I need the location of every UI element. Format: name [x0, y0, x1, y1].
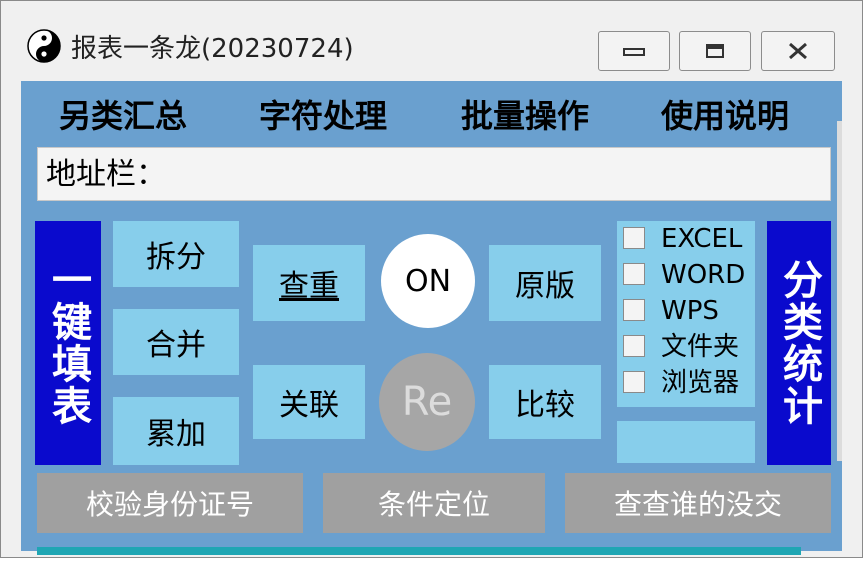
- yin-yang-icon: [27, 29, 61, 63]
- accumulate-label: 累加: [146, 417, 206, 452]
- dedupe-label: 查重: [279, 269, 339, 304]
- category-stats-button[interactable]: 分类统计: [767, 221, 831, 465]
- close-icon: [785, 42, 811, 60]
- original-button[interactable]: 原版: [489, 245, 601, 321]
- verify-id-button[interactable]: 校验身份证号: [37, 473, 303, 533]
- app-window: 报表一条龙(20230724) 另类汇总 字符处理 批量操作 使用说明 地址栏：…: [0, 0, 863, 558]
- maximize-icon: [703, 42, 727, 60]
- checkbox-browser[interactable]: 浏览器: [617, 365, 755, 401]
- on-button[interactable]: ON: [381, 234, 475, 328]
- blank-status-box[interactable]: [617, 421, 755, 463]
- link-label: 关联: [279, 388, 339, 423]
- checkbox-box[interactable]: [623, 371, 645, 393]
- checkbox-folder[interactable]: 文件夹: [617, 329, 755, 365]
- menu-item-batch[interactable]: 批量操作: [461, 91, 589, 141]
- title-bar[interactable]: 报表一条龙(20230724): [1, 1, 862, 73]
- re-button[interactable]: Re: [379, 353, 475, 451]
- check-missing-label: 查查谁的没交: [613, 488, 782, 521]
- checkbox-box[interactable]: [623, 335, 645, 357]
- address-label: 地址栏：: [46, 157, 166, 192]
- checkbox-wps[interactable]: WPS: [617, 293, 755, 329]
- checkbox-word[interactable]: WORD: [617, 257, 755, 293]
- merge-button[interactable]: 合并: [113, 309, 239, 375]
- conditional-locate-label: 条件定位: [377, 488, 490, 521]
- minimize-icon: [621, 44, 647, 58]
- check-missing-button[interactable]: 查查谁的没交: [565, 473, 831, 533]
- target-checkbox-group: EXCEL WORD WPS 文件夹 浏览器: [617, 221, 755, 407]
- accumulate-button[interactable]: 累加: [113, 397, 239, 465]
- minimize-button[interactable]: [598, 31, 670, 71]
- compare-label: 比较: [515, 388, 575, 423]
- split-button[interactable]: 拆分: [113, 221, 239, 287]
- client-area: 另类汇总 字符处理 批量操作 使用说明 地址栏： 一键填表 拆分 合并 累加 查…: [21, 81, 842, 551]
- on-label: ON: [404, 263, 452, 299]
- checkbox-label: EXCEL: [661, 224, 743, 254]
- compare-button[interactable]: 比较: [489, 365, 601, 439]
- one-click-fill-button[interactable]: 一键填表: [35, 221, 101, 465]
- checkbox-box[interactable]: [623, 263, 645, 285]
- merge-label: 合并: [146, 328, 206, 363]
- bottom-progress-bar: [37, 547, 801, 555]
- category-stats-label: 分类统计: [776, 259, 822, 427]
- one-click-fill-label: 一键填表: [45, 259, 91, 427]
- checkbox-box[interactable]: [623, 299, 645, 321]
- menu-item-summary[interactable]: 另类汇总: [59, 91, 187, 141]
- link-button[interactable]: 关联: [253, 365, 365, 439]
- menu-item-text-processing[interactable]: 字符处理: [259, 91, 387, 141]
- menu-item-help[interactable]: 使用说明: [661, 91, 789, 141]
- close-button[interactable]: [761, 31, 835, 71]
- checkbox-label: WPS: [661, 296, 719, 326]
- checkbox-box[interactable]: [623, 227, 645, 249]
- right-edge-strip: [837, 121, 842, 461]
- original-label: 原版: [515, 269, 575, 304]
- conditional-locate-button[interactable]: 条件定位: [323, 473, 545, 533]
- checkbox-label: WORD: [661, 260, 746, 290]
- checkbox-label: 文件夹: [661, 332, 740, 362]
- verify-id-label: 校验身份证号: [85, 488, 254, 521]
- re-label: Re: [401, 379, 453, 425]
- window-title: 报表一条龙(20230724): [71, 34, 354, 64]
- split-label: 拆分: [146, 240, 206, 275]
- maximize-button[interactable]: [679, 31, 751, 71]
- checkbox-label: 浏览器: [661, 368, 740, 398]
- address-bar[interactable]: 地址栏：: [37, 147, 831, 201]
- checkbox-excel[interactable]: EXCEL: [617, 221, 755, 257]
- dedupe-button[interactable]: 查重: [253, 245, 365, 321]
